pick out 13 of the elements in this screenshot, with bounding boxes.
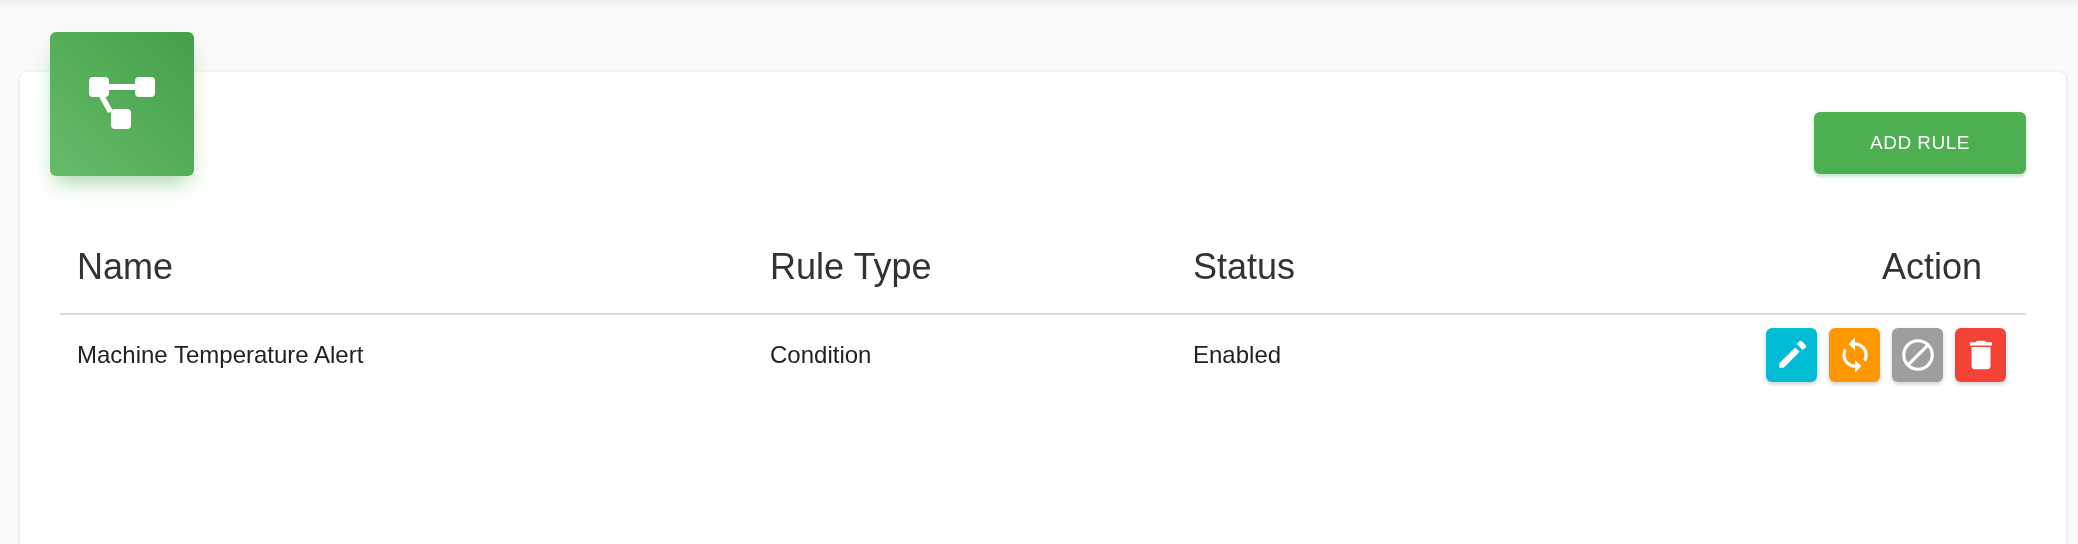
- column-header: Rule Type: [770, 244, 933, 289]
- column-header: Action: [1880, 244, 1983, 289]
- edit-button[interactable]: [1766, 328, 1817, 382]
- table-cell-text: Condition: [770, 340, 873, 370]
- flowchart-icon: [89, 77, 155, 131]
- add-rule-button[interactable]: ADD RULE: [1814, 112, 2026, 174]
- delete-button[interactable]: [1955, 328, 2006, 382]
- sync-button[interactable]: [1829, 328, 1880, 382]
- table-cell-text: Machine Temperature Alert: [77, 340, 365, 370]
- column-header: Status: [1193, 244, 1297, 289]
- table-cell-text: Enabled: [1193, 340, 1283, 370]
- disable-button[interactable]: [1892, 328, 1943, 382]
- column-header: Name: [77, 244, 175, 289]
